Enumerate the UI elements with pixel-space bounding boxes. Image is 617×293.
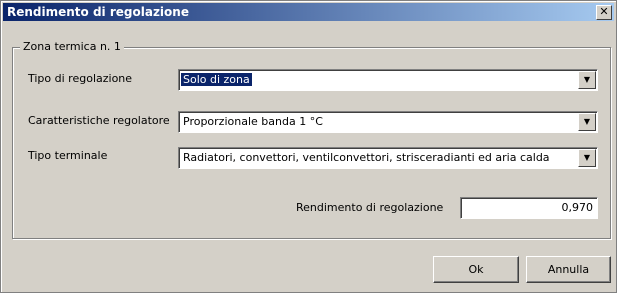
tipo-regolazione-select[interactable]: Solo di zona ▼ — [178, 69, 598, 91]
tipo-terminale-label: Tipo terminale — [28, 149, 108, 162]
chevron-down-icon[interactable]: ▼ — [578, 71, 596, 89]
rendimento-value: 0,970 — [561, 201, 594, 214]
rendimento-field[interactable]: 0,970 — [460, 197, 598, 219]
close-icon[interactable]: ✕ — [596, 5, 612, 20]
window-title: Rendimento di regolazione — [7, 5, 189, 19]
tipo-regolazione-label: Tipo di regolazione — [28, 72, 133, 85]
tipo-regolazione-value: Solo di zona — [180, 72, 253, 87]
caratteristiche-select[interactable]: Proporzionale banda 1 °C ▼ — [178, 111, 598, 133]
tipo-terminale-select[interactable]: Radiatori, convettori, ventilconvettori,… — [178, 147, 598, 169]
groupbox-label: Zona termica n. 1 — [20, 40, 124, 53]
caratteristiche-value: Proporzionale banda 1 °C — [183, 115, 323, 128]
annulla-button[interactable]: Annulla — [526, 256, 611, 283]
ok-button[interactable]: Ok — [433, 256, 519, 283]
chevron-down-icon[interactable]: ▼ — [578, 113, 596, 131]
chevron-down-icon[interactable]: ▼ — [578, 149, 596, 167]
tipo-terminale-value: Radiatori, convettori, ventilconvettori,… — [183, 151, 550, 164]
rendimento-label: Rendimento di regolazione — [296, 201, 444, 214]
title-bar[interactable]: Rendimento di regolazione ✕ — [3, 3, 614, 21]
caratteristiche-label: Caratteristiche regolatore — [28, 114, 170, 127]
